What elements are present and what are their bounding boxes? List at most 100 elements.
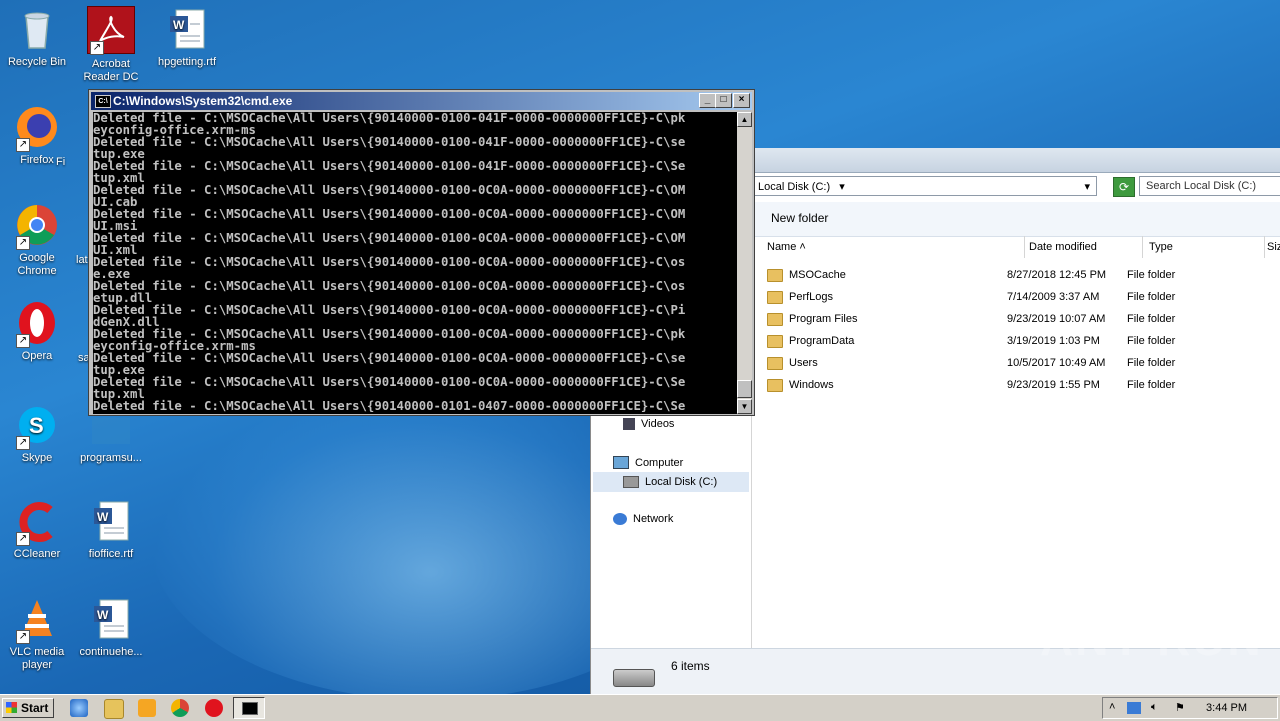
video-folder-icon (623, 418, 635, 430)
desktop-icon-chrome[interactable]: ↗ Google Chrome (0, 202, 74, 278)
folder-icon (767, 334, 783, 348)
drive-icon (623, 476, 639, 488)
word-doc-icon: W (88, 596, 134, 642)
folder-icon (767, 312, 783, 326)
desktop-icon-acrobat[interactable]: ↗ Acrobat Reader DC (74, 6, 148, 84)
windows-logo-icon (6, 702, 17, 713)
opera-taskbar-icon[interactable] (205, 699, 223, 717)
word-doc-icon: W (164, 6, 210, 52)
close-button[interactable]: × (733, 93, 750, 108)
cmd-taskbar-button[interactable] (233, 697, 265, 719)
ccleaner-icon: ↗ (14, 498, 60, 546)
cmd-line: Deleted file - C:\MSOCache\All Users\{90… (93, 255, 686, 269)
ie-icon[interactable] (70, 699, 88, 717)
vertical-scrollbar[interactable]: ▲ ▼ (737, 112, 752, 414)
folder-icon (767, 268, 783, 282)
sort-up-icon: ˄ (799, 241, 806, 253)
shortcut-arrow-icon: ↗ (16, 532, 30, 546)
table-row[interactable]: Windows 9/23/2019 1:55 PM File folder (767, 374, 1277, 396)
network-tray-icon[interactable] (1127, 702, 1141, 714)
shortcut-arrow-icon: ↗ (16, 236, 30, 250)
shortcut-arrow-icon: ↗ (16, 334, 30, 348)
desktop-icon-continuehe[interactable]: W continuehe... (74, 596, 148, 659)
firefox-icon: ↗ (14, 104, 60, 152)
cmd-window[interactable]: C:\ C:\Windows\System32\cmd.exe _ □ × De… (88, 89, 755, 416)
table-row[interactable]: Users 10/5/2017 10:49 AM File folder (767, 352, 1277, 374)
new-folder-button[interactable]: New folder (771, 211, 828, 225)
desktop-icon-ccleaner[interactable]: ↗ CCleaner (0, 498, 74, 561)
scroll-up-icon[interactable]: ▲ (737, 112, 752, 127)
flag-icon[interactable]: ⚑ (1175, 701, 1185, 714)
desktop-icon-partial-1[interactable]: Fi (56, 156, 86, 169)
desktop-icon-opera[interactable]: ↗ Opera (0, 300, 74, 363)
shortcut-arrow-icon: ↗ (16, 436, 30, 450)
table-row[interactable]: Program Files 9/23/2019 10:07 AM File fo… (767, 308, 1277, 330)
nav-item-computer[interactable]: Computer (613, 456, 683, 469)
cmd-icon: C:\ (95, 95, 111, 108)
nav-item-network[interactable]: Network (613, 513, 673, 525)
maximize-button[interactable]: □ (715, 93, 732, 108)
minimize-button[interactable]: _ (699, 93, 716, 108)
recycle-bin-icon (14, 6, 60, 52)
cmd-line: Deleted file - C:\MSOCache\All Users\{90… (93, 399, 686, 413)
folder-icon (767, 356, 783, 370)
scroll-thumb[interactable] (737, 380, 752, 398)
nav-item-local-disk[interactable]: Local Disk (C:) (593, 472, 749, 492)
column-type[interactable]: Type (1143, 236, 1265, 258)
folder-icon (767, 378, 783, 392)
table-row[interactable]: MSOCache 8/27/2018 12:45 PM File folder (767, 264, 1277, 286)
acrobat-icon: ↗ (87, 6, 135, 55)
drive-large-icon (613, 669, 655, 687)
tray-expand-icon[interactable]: ˄ (1109, 701, 1115, 713)
cmd-line: Deleted file - C:\MSOCache\All Users\{90… (93, 207, 686, 221)
cmd-line: Deleted file - C:\MSOCache\All Users\{90… (93, 303, 686, 317)
refresh-icon[interactable]: ⟳ (1113, 177, 1135, 197)
column-size[interactable]: Siz (1265, 236, 1280, 258)
column-name[interactable]: Name ˄ (761, 236, 1025, 258)
address-dropdown-icon[interactable]: ▾ (1084, 177, 1090, 197)
column-date-modified[interactable]: Date modified (1023, 236, 1143, 258)
desktop-icon-fioffice[interactable]: W fioffice.rtf (74, 498, 148, 561)
desktop-icon-recycle-bin[interactable]: Recycle Bin (0, 6, 74, 69)
chrome-taskbar-icon[interactable] (171, 699, 189, 717)
cmd-output[interactable]: Deleted file - C:\MSOCache\All Users\{90… (93, 112, 737, 414)
svg-text:S: S (29, 413, 44, 438)
cmd-line: Deleted file - C:\MSOCache\All Users\{90… (93, 279, 686, 293)
shortcut-arrow-icon: ↗ (90, 41, 104, 55)
cmd-line: Deleted file - C:\MSOCache\All Users\{90… (93, 183, 686, 197)
table-row[interactable]: PerfLogs 7/14/2009 3:37 AM File folder (767, 286, 1277, 308)
chevron-down-icon[interactable]: ▾ (839, 181, 845, 193)
media-player-icon[interactable] (138, 699, 156, 717)
search-input[interactable]: Search Local Disk (C:) (1139, 176, 1280, 196)
skype-icon: S ↗ (14, 402, 60, 450)
word-doc-icon: W (88, 498, 134, 544)
cmd-titlebar[interactable]: C:\ C:\Windows\System32\cmd.exe (91, 92, 752, 110)
desktop-icon-hpgetting[interactable]: W hpgetting.rtf (150, 6, 224, 69)
nav-item-videos[interactable]: Videos (623, 418, 674, 430)
clock[interactable]: 3:44 PM (1206, 702, 1247, 714)
cmd-line: Deleted file - C:\MSOCache\All Users\{90… (93, 375, 686, 389)
start-button[interactable]: Start (2, 698, 54, 718)
taskbar: Start ˄ 🔈︎ ⚑ 3:44 PM (0, 694, 1280, 721)
cmd-line: Deleted file - C:\MSOCache\All Users\{90… (93, 159, 686, 173)
vlc-icon: ↗ (14, 596, 60, 644)
cmd-icon (242, 702, 258, 715)
chrome-icon: ↗ (14, 202, 60, 250)
desktop-icon-vlc[interactable]: ↗ VLC media player (0, 596, 74, 672)
svg-text:W: W (97, 510, 109, 524)
svg-text:W: W (173, 18, 185, 32)
table-row[interactable]: ProgramData 3/19/2019 1:03 PM File folde… (767, 330, 1277, 352)
anyrun-watermark: ANY RUN (1040, 613, 1263, 665)
opera-icon: ↗ (14, 300, 60, 348)
volume-icon[interactable]: 🔈︎ (1151, 701, 1158, 714)
cmd-line: Deleted file - C:\MSOCache\All Users\{90… (93, 135, 686, 149)
shortcut-arrow-icon: ↗ (16, 138, 30, 152)
desktop-icon-skype[interactable]: S ↗ Skype (0, 402, 74, 465)
explorer-icon[interactable] (104, 699, 124, 719)
shortcut-arrow-icon: ↗ (16, 630, 30, 644)
address-bar[interactable]: Local Disk (C:) ▾ ▾ (751, 176, 1097, 196)
svg-text:W: W (97, 608, 109, 622)
computer-icon (613, 456, 629, 469)
scroll-down-icon[interactable]: ▼ (737, 399, 752, 414)
folder-icon (767, 290, 783, 304)
